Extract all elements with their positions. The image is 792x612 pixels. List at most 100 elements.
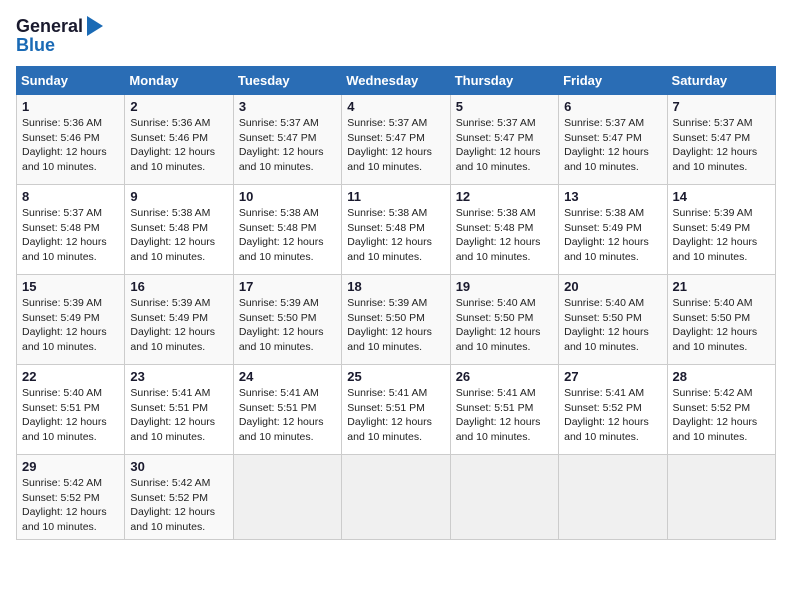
day-number: 1: [22, 99, 119, 114]
calendar-day-cell: 7 Sunrise: 5:37 AMSunset: 5:47 PMDayligh…: [667, 95, 775, 185]
day-info: Sunrise: 5:39 AMSunset: 5:49 PMDaylight:…: [673, 207, 758, 263]
day-info: Sunrise: 5:40 AMSunset: 5:50 PMDaylight:…: [673, 297, 758, 353]
calendar-day-cell: [559, 455, 667, 540]
day-number: 5: [456, 99, 553, 114]
day-info: Sunrise: 5:41 AMSunset: 5:51 PMDaylight:…: [456, 387, 541, 443]
day-number: 17: [239, 279, 336, 294]
calendar-day-cell: 17 Sunrise: 5:39 AMSunset: 5:50 PMDaylig…: [233, 275, 341, 365]
day-number: 23: [130, 369, 227, 384]
day-number: 26: [456, 369, 553, 384]
day-info: Sunrise: 5:40 AMSunset: 5:51 PMDaylight:…: [22, 387, 107, 443]
day-number: 2: [130, 99, 227, 114]
weekday-header-friday: Friday: [559, 67, 667, 95]
day-number: 3: [239, 99, 336, 114]
day-info: Sunrise: 5:38 AMSunset: 5:48 PMDaylight:…: [347, 207, 432, 263]
weekday-header-saturday: Saturday: [667, 67, 775, 95]
day-number: 16: [130, 279, 227, 294]
day-number: 9: [130, 189, 227, 204]
day-number: 7: [673, 99, 770, 114]
day-info: Sunrise: 5:38 AMSunset: 5:48 PMDaylight:…: [130, 207, 215, 263]
calendar-day-cell: 8 Sunrise: 5:37 AMSunset: 5:48 PMDayligh…: [17, 185, 125, 275]
day-number: 25: [347, 369, 444, 384]
logo: General Blue: [16, 16, 103, 56]
day-number: 13: [564, 189, 661, 204]
day-number: 21: [673, 279, 770, 294]
weekday-header-wednesday: Wednesday: [342, 67, 450, 95]
day-number: 10: [239, 189, 336, 204]
weekday-header-row: SundayMondayTuesdayWednesdayThursdayFrid…: [17, 67, 776, 95]
day-number: 28: [673, 369, 770, 384]
calendar-day-cell: 22 Sunrise: 5:40 AMSunset: 5:51 PMDaylig…: [17, 365, 125, 455]
day-number: 11: [347, 189, 444, 204]
day-info: Sunrise: 5:41 AMSunset: 5:52 PMDaylight:…: [564, 387, 649, 443]
day-info: Sunrise: 5:42 AMSunset: 5:52 PMDaylight:…: [22, 477, 107, 533]
calendar-week-row: 15 Sunrise: 5:39 AMSunset: 5:49 PMDaylig…: [17, 275, 776, 365]
day-info: Sunrise: 5:38 AMSunset: 5:49 PMDaylight:…: [564, 207, 649, 263]
calendar-day-cell: 14 Sunrise: 5:39 AMSunset: 5:49 PMDaylig…: [667, 185, 775, 275]
weekday-header-thursday: Thursday: [450, 67, 558, 95]
calendar-day-cell: 24 Sunrise: 5:41 AMSunset: 5:51 PMDaylig…: [233, 365, 341, 455]
weekday-header-tuesday: Tuesday: [233, 67, 341, 95]
day-number: 14: [673, 189, 770, 204]
calendar-day-cell: 10 Sunrise: 5:38 AMSunset: 5:48 PMDaylig…: [233, 185, 341, 275]
day-number: 30: [130, 459, 227, 474]
day-info: Sunrise: 5:37 AMSunset: 5:47 PMDaylight:…: [347, 117, 432, 173]
day-number: 20: [564, 279, 661, 294]
calendar-day-cell: [342, 455, 450, 540]
calendar-day-cell: [233, 455, 341, 540]
day-number: 4: [347, 99, 444, 114]
day-info: Sunrise: 5:39 AMSunset: 5:50 PMDaylight:…: [239, 297, 324, 353]
day-number: 22: [22, 369, 119, 384]
calendar-day-cell: [450, 455, 558, 540]
day-info: Sunrise: 5:37 AMSunset: 5:47 PMDaylight:…: [564, 117, 649, 173]
day-info: Sunrise: 5:37 AMSunset: 5:47 PMDaylight:…: [239, 117, 324, 173]
calendar-day-cell: 20 Sunrise: 5:40 AMSunset: 5:50 PMDaylig…: [559, 275, 667, 365]
calendar-day-cell: 28 Sunrise: 5:42 AMSunset: 5:52 PMDaylig…: [667, 365, 775, 455]
calendar-day-cell: 26 Sunrise: 5:41 AMSunset: 5:51 PMDaylig…: [450, 365, 558, 455]
day-info: Sunrise: 5:42 AMSunset: 5:52 PMDaylight:…: [130, 477, 215, 533]
calendar-week-row: 29 Sunrise: 5:42 AMSunset: 5:52 PMDaylig…: [17, 455, 776, 540]
calendar-day-cell: 1 Sunrise: 5:36 AMSunset: 5:46 PMDayligh…: [17, 95, 125, 185]
calendar-day-cell: 18 Sunrise: 5:39 AMSunset: 5:50 PMDaylig…: [342, 275, 450, 365]
calendar-day-cell: 15 Sunrise: 5:39 AMSunset: 5:49 PMDaylig…: [17, 275, 125, 365]
calendar-day-cell: 4 Sunrise: 5:37 AMSunset: 5:47 PMDayligh…: [342, 95, 450, 185]
day-info: Sunrise: 5:40 AMSunset: 5:50 PMDaylight:…: [564, 297, 649, 353]
day-info: Sunrise: 5:37 AMSunset: 5:47 PMDaylight:…: [456, 117, 541, 173]
calendar-day-cell: 5 Sunrise: 5:37 AMSunset: 5:47 PMDayligh…: [450, 95, 558, 185]
day-info: Sunrise: 5:39 AMSunset: 5:49 PMDaylight:…: [22, 297, 107, 353]
day-info: Sunrise: 5:42 AMSunset: 5:52 PMDaylight:…: [673, 387, 758, 443]
day-info: Sunrise: 5:39 AMSunset: 5:49 PMDaylight:…: [130, 297, 215, 353]
calendar-day-cell: 12 Sunrise: 5:38 AMSunset: 5:48 PMDaylig…: [450, 185, 558, 275]
day-number: 18: [347, 279, 444, 294]
day-number: 19: [456, 279, 553, 294]
weekday-header-monday: Monday: [125, 67, 233, 95]
day-info: Sunrise: 5:37 AMSunset: 5:48 PMDaylight:…: [22, 207, 107, 263]
day-number: 24: [239, 369, 336, 384]
calendar-day-cell: [667, 455, 775, 540]
weekday-header-sunday: Sunday: [17, 67, 125, 95]
day-info: Sunrise: 5:41 AMSunset: 5:51 PMDaylight:…: [347, 387, 432, 443]
calendar-week-row: 22 Sunrise: 5:40 AMSunset: 5:51 PMDaylig…: [17, 365, 776, 455]
logo-general-text: General: [16, 16, 83, 37]
calendar-day-cell: 2 Sunrise: 5:36 AMSunset: 5:46 PMDayligh…: [125, 95, 233, 185]
day-number: 27: [564, 369, 661, 384]
day-number: 12: [456, 189, 553, 204]
page-header: General Blue: [16, 16, 776, 56]
calendar-week-row: 8 Sunrise: 5:37 AMSunset: 5:48 PMDayligh…: [17, 185, 776, 275]
day-info: Sunrise: 5:41 AMSunset: 5:51 PMDaylight:…: [239, 387, 324, 443]
day-number: 6: [564, 99, 661, 114]
calendar-day-cell: 3 Sunrise: 5:37 AMSunset: 5:47 PMDayligh…: [233, 95, 341, 185]
day-number: 29: [22, 459, 119, 474]
calendar-day-cell: 13 Sunrise: 5:38 AMSunset: 5:49 PMDaylig…: [559, 185, 667, 275]
day-info: Sunrise: 5:36 AMSunset: 5:46 PMDaylight:…: [22, 117, 107, 173]
calendar-day-cell: 25 Sunrise: 5:41 AMSunset: 5:51 PMDaylig…: [342, 365, 450, 455]
calendar-day-cell: 6 Sunrise: 5:37 AMSunset: 5:47 PMDayligh…: [559, 95, 667, 185]
day-info: Sunrise: 5:36 AMSunset: 5:46 PMDaylight:…: [130, 117, 215, 173]
calendar-table: SundayMondayTuesdayWednesdayThursdayFrid…: [16, 66, 776, 540]
calendar-week-row: 1 Sunrise: 5:36 AMSunset: 5:46 PMDayligh…: [17, 95, 776, 185]
day-info: Sunrise: 5:37 AMSunset: 5:47 PMDaylight:…: [673, 117, 758, 173]
logo-arrow-icon: [87, 16, 103, 36]
day-info: Sunrise: 5:38 AMSunset: 5:48 PMDaylight:…: [456, 207, 541, 263]
day-info: Sunrise: 5:41 AMSunset: 5:51 PMDaylight:…: [130, 387, 215, 443]
calendar-day-cell: 29 Sunrise: 5:42 AMSunset: 5:52 PMDaylig…: [17, 455, 125, 540]
